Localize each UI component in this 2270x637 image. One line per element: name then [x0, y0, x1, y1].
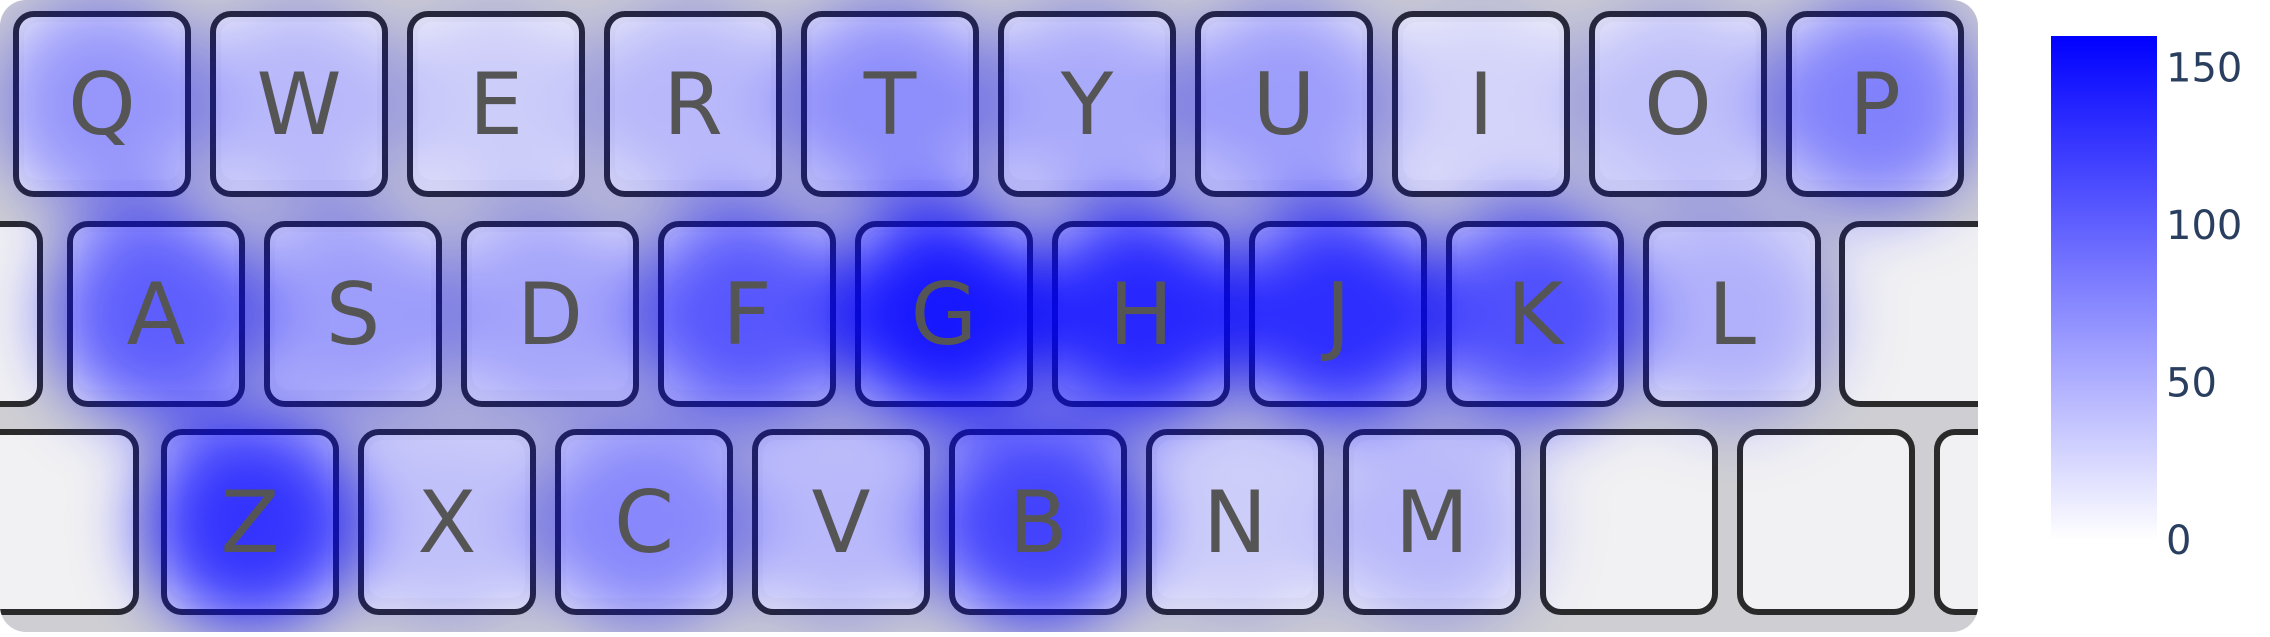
colorbar-tick-label: 100	[2166, 203, 2242, 249]
key-label-x: X	[418, 473, 477, 573]
heatmap-svg: Q W E R T Y U I O P A S D F G H J K L Z X C V B N M 0 50 100 150	[0, 0, 2242, 632]
key-label-u: U	[1253, 55, 1316, 155]
key-label-n: N	[1203, 473, 1267, 573]
colorbar-tick-label: 50	[2166, 361, 2217, 407]
colorbar: 0 50 100 150	[2051, 36, 2242, 564]
blank-key	[1540, 429, 1718, 615]
keyboard-heatmap-chart: Q W E R T Y U I O P A S D F G H J K L Z X C V B N M 0 50 100 150	[0, 0, 2270, 632]
key-label-v: V	[812, 473, 871, 573]
key-label-s: S	[326, 265, 381, 365]
key-label-d: D	[517, 265, 583, 365]
key-label-w: W	[256, 55, 341, 155]
colorbar-tick-label: 0	[2166, 518, 2191, 564]
key-label-p: P	[1849, 55, 1901, 155]
key-label-e: E	[469, 55, 523, 155]
key-label-a: A	[127, 265, 186, 365]
key-label-r: R	[663, 55, 723, 155]
key-label-g: G	[911, 265, 978, 365]
key-label-o: O	[1644, 55, 1712, 155]
key-label-z: Z	[221, 473, 280, 573]
key-label-y: Y	[1060, 55, 1114, 155]
key-label-m: M	[1395, 473, 1469, 573]
edge-key	[0, 221, 43, 407]
key-label-l: L	[1708, 265, 1756, 365]
key-label-h: H	[1109, 265, 1174, 365]
key-label-i: I	[1468, 55, 1493, 155]
colorbar-gradient	[2051, 36, 2157, 540]
key-label-k: K	[1507, 265, 1566, 365]
key-label-j: J	[1320, 265, 1350, 365]
key-label-q: Q	[68, 55, 136, 155]
colorbar-tick-label: 150	[2166, 46, 2242, 92]
key-label-b: B	[1009, 473, 1068, 573]
key-label-f: F	[722, 265, 771, 365]
blank-key	[1737, 429, 1915, 615]
edge-key	[1839, 221, 1978, 407]
key-label-c: C	[614, 473, 674, 573]
edge-key	[0, 429, 139, 615]
key-label-t: T	[863, 55, 917, 155]
keyboard-image: Q W E R T Y U I O P A S D F G H J K L Z X C V B N M	[0, 0, 1978, 632]
